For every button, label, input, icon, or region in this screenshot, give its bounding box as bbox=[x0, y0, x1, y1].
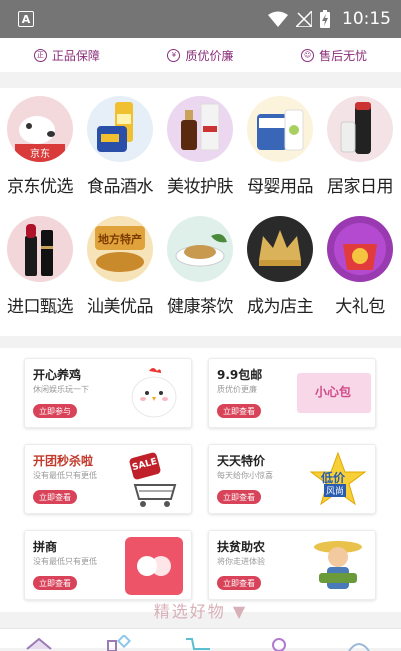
category-tea[interactable]: 健康茶饮 bbox=[160, 216, 240, 317]
promo-button[interactable]: 立即查看 bbox=[33, 490, 77, 504]
promo-title: 天天特价 bbox=[217, 454, 266, 468]
guarantee-item: 正 正品保障 bbox=[33, 47, 100, 64]
promo-subtitle: 将你走进体验 bbox=[217, 557, 265, 566]
cosmetics-icon bbox=[167, 96, 233, 162]
bottom-nav bbox=[0, 628, 401, 651]
tea-icon bbox=[167, 216, 233, 282]
promo-button[interactable]: 立即查看 bbox=[217, 490, 261, 504]
import-lipstick-icon bbox=[7, 216, 73, 282]
user-icon[interactable] bbox=[264, 635, 294, 651]
category-jd[interactable]: 京东 京东优选 bbox=[0, 96, 80, 197]
category-label: 汕美优品 bbox=[87, 297, 154, 317]
category-grid: 京东 京东优选 食品酒水 美妆护肤 母婴用品 居家日用 进口甄选 地方特产 汕美… bbox=[0, 88, 401, 336]
promo-button[interactable]: 立即参与 bbox=[33, 404, 77, 418]
farmer-icon bbox=[314, 541, 362, 589]
app-notification-icon: A bbox=[18, 11, 34, 27]
promo-subtitle: 每天给你小惊喜 bbox=[217, 471, 273, 480]
category-label: 健康茶饮 bbox=[167, 297, 234, 317]
battery-charging-icon bbox=[320, 10, 330, 28]
category-label: 食品酒水 bbox=[87, 177, 154, 197]
guarantee-label: 正品保障 bbox=[51, 48, 100, 63]
price-icon: ¥ bbox=[167, 48, 181, 62]
wifi-icon bbox=[268, 11, 288, 27]
promo-card-99[interactable]: 9.9包邮 质优价更廉 立即查看 小心包 bbox=[208, 358, 376, 428]
pack-badge: 小心包 bbox=[315, 385, 352, 399]
guarantee-label: 售后无忧 bbox=[319, 48, 368, 63]
promo-section: 开心养鸡 休闲娱乐玩一下 立即参与 9.9包邮 质优价更廉 立即查看 小心包 开… bbox=[0, 348, 401, 621]
category-label: 大礼包 bbox=[335, 297, 385, 317]
category-label: 京东优选 bbox=[7, 177, 74, 197]
promo-card-flash-sale[interactable]: 开团秒杀啦 没有最低只有更低 立即查看 SALE bbox=[24, 444, 192, 514]
promo-button[interactable]: 立即查看 bbox=[217, 404, 261, 418]
no-signal-icon bbox=[296, 11, 312, 27]
promo-subtitle: 质优价更廉 bbox=[217, 385, 257, 394]
jd-badge: 京东 bbox=[30, 149, 50, 160]
promo-card-poverty-aid[interactable]: 扶贫助农 将你走进体验 立即查看 bbox=[208, 530, 376, 600]
section-title: 精选好物 ▼ bbox=[153, 602, 248, 621]
promo-title: 9.9包邮 bbox=[217, 368, 263, 382]
aftersale-icon: ☺ bbox=[301, 48, 315, 62]
sale-cart-icon: SALE bbox=[125, 451, 183, 509]
cart-icon[interactable] bbox=[184, 635, 214, 651]
category-label: 居家日用 bbox=[327, 177, 394, 197]
promo-button[interactable]: 立即查看 bbox=[33, 576, 77, 590]
promo-title: 拼商 bbox=[33, 540, 58, 554]
guarantee-label: 质优价廉 bbox=[185, 48, 234, 63]
guarantee-item: ¥ 质优价廉 bbox=[167, 47, 233, 64]
product-pack-icon: 小心包 bbox=[297, 373, 371, 413]
category-food[interactable]: 食品酒水 bbox=[80, 96, 160, 197]
low-price-star-icon: 低价 风尚 bbox=[309, 451, 367, 509]
home-goods-icon bbox=[327, 96, 393, 162]
category-label: 进口甄选 bbox=[7, 297, 74, 317]
promo-button[interactable]: 立即查看 bbox=[217, 576, 261, 590]
status-bar: A 10:15 bbox=[0, 0, 401, 38]
promo-subtitle: 没有最低只有更低 bbox=[33, 471, 97, 480]
category-gift[interactable]: 大礼包 bbox=[320, 216, 400, 317]
category-shopowner[interactable]: 成为店主 bbox=[240, 216, 320, 317]
category-baby[interactable]: 母婴用品 bbox=[240, 96, 320, 197]
style-badge: 风尚 bbox=[324, 484, 347, 497]
promo-subtitle: 休闲娱乐玩一下 bbox=[33, 385, 89, 394]
promo-card-chicken[interactable]: 开心养鸡 休闲娱乐玩一下 立即参与 bbox=[24, 358, 192, 428]
promo-title: 开心养鸡 bbox=[33, 368, 82, 382]
category-home[interactable]: 居家日用 bbox=[320, 96, 400, 197]
category-import[interactable]: 进口甄选 bbox=[0, 216, 80, 317]
food-drink-icon bbox=[87, 96, 153, 162]
category-label: 美妆护肤 bbox=[167, 177, 234, 197]
promo-title: 开团秒杀啦 bbox=[33, 454, 94, 468]
promo-card-daily-deal[interactable]: 天天特价 每天给你小惊喜 立即查看 低价 风尚 bbox=[208, 444, 376, 514]
authentic-icon: 正 bbox=[33, 48, 47, 62]
status-time: 10:15 bbox=[342, 9, 391, 29]
promo-title: 扶贫助农 bbox=[217, 540, 266, 554]
category-label: 成为店主 bbox=[247, 297, 314, 317]
pin-shang-icon bbox=[125, 537, 183, 595]
category-local[interactable]: 地方特产 汕美优品 bbox=[80, 216, 160, 317]
baby-products-icon bbox=[247, 96, 313, 162]
guarantee-bar: 正 正品保障 ¥ 质优价廉 ☺ 售后无忧 bbox=[0, 38, 401, 72]
service-icon[interactable] bbox=[344, 635, 374, 651]
chicken-icon bbox=[131, 368, 177, 418]
gift-bag-icon bbox=[327, 216, 393, 282]
local-specialty-icon: 地方特产 bbox=[87, 216, 153, 282]
guarantee-item: ☺ 售后无忧 bbox=[301, 47, 367, 64]
category-label: 母婴用品 bbox=[247, 177, 314, 197]
promo-subtitle: 没有最低只有更低 bbox=[33, 557, 97, 566]
home-icon[interactable] bbox=[24, 635, 54, 651]
jd-dog-icon: 京东 bbox=[7, 96, 73, 162]
local-badge: 地方特产 bbox=[98, 233, 142, 246]
category-icon[interactable] bbox=[104, 635, 134, 651]
category-cosmetics[interactable]: 美妆护肤 bbox=[160, 96, 240, 197]
promo-card-pin-shang[interactable]: 拼商 没有最低只有更低 立即查看 bbox=[24, 530, 192, 600]
crown-icon bbox=[247, 216, 313, 282]
